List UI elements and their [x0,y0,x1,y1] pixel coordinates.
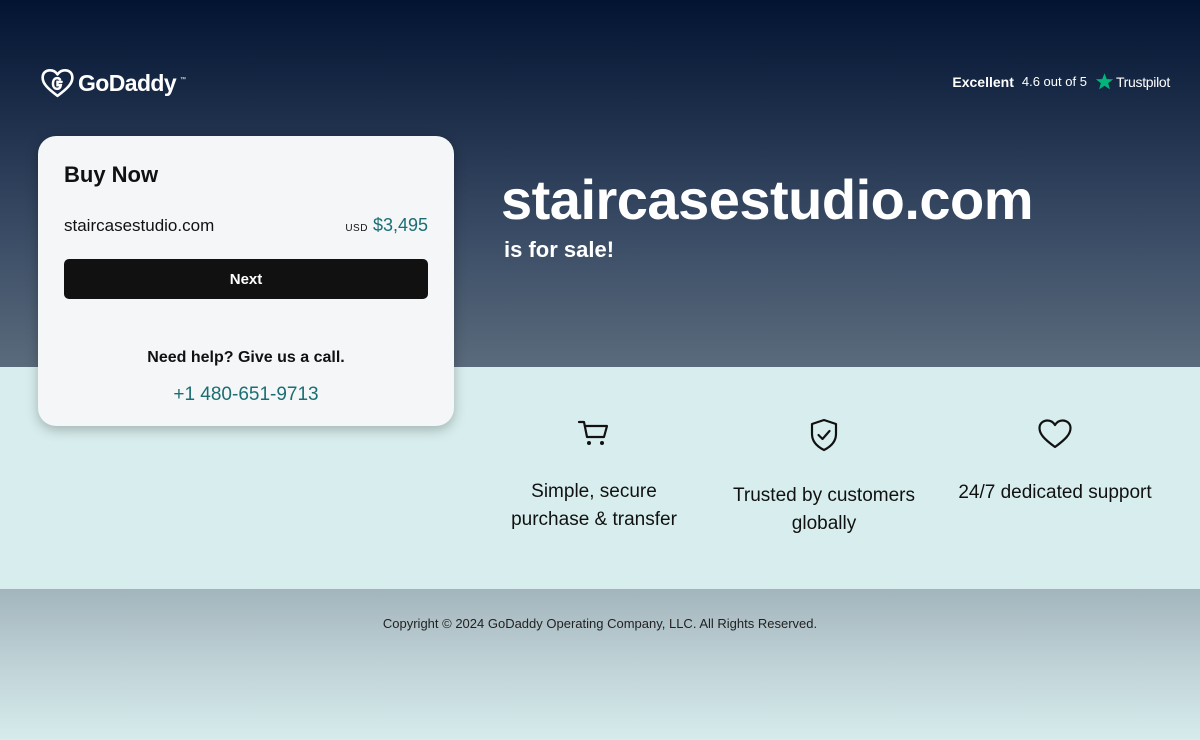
footer [0,589,1200,740]
godaddy-logo[interactable]: GoDaddy ™ [41,68,186,99]
brand-name: GoDaddy [78,70,177,96]
shield-check-icon [810,418,838,452]
domain-headline: staircasestudio.com [501,168,1034,231]
feature-label-line1: 24/7 dedicated support [958,482,1152,503]
card-domain-name: staircasestudio.com [64,216,215,235]
feature-support: 24/7 dedicated support [942,418,1168,507]
rating-label: Excellent [952,73,1014,90]
phone-link[interactable]: +1 480-651-9713 [38,384,454,406]
feature-label-line1: Trusted by customers [733,485,915,506]
trademark-mark: ™ [180,77,187,83]
rating-score: 4.6 out of 5 [1021,74,1087,89]
feature-secure-purchase: Simple, secure purchase & transfer [496,418,692,534]
godaddy-heart-icon [41,68,74,98]
price-amount: $3,495 [372,215,428,235]
copyright-text: Copyright © 2024 GoDaddy Operating Compa… [382,616,818,631]
trustpilot-star-icon [1095,73,1114,90]
feature-label-line2: globally [791,513,857,534]
cart-icon [577,420,609,445]
trustpilot-name: Trustpilot [1115,73,1170,90]
feature-trusted: Trusted by customers globally [716,418,932,538]
for-sale-subtitle: is for sale! [504,237,615,262]
price-currency: USD [345,223,368,234]
feature-label-line1: Simple, secure [531,481,657,502]
card-title: Buy Now [64,162,159,187]
card-price: USD $3,495 [345,215,428,236]
trustpilot-rating[interactable]: Excellent 4.6 out of 5 Trustpilot [952,72,1170,91]
buy-now-card: Buy Now staircasestudio.com USD $3,495 N… [38,136,454,426]
next-button[interactable]: Next [64,259,428,299]
heart-icon [1038,419,1072,449]
help-text: Need help? Give us a call. [147,349,345,366]
feature-label-line2: purchase & transfer [511,509,677,530]
